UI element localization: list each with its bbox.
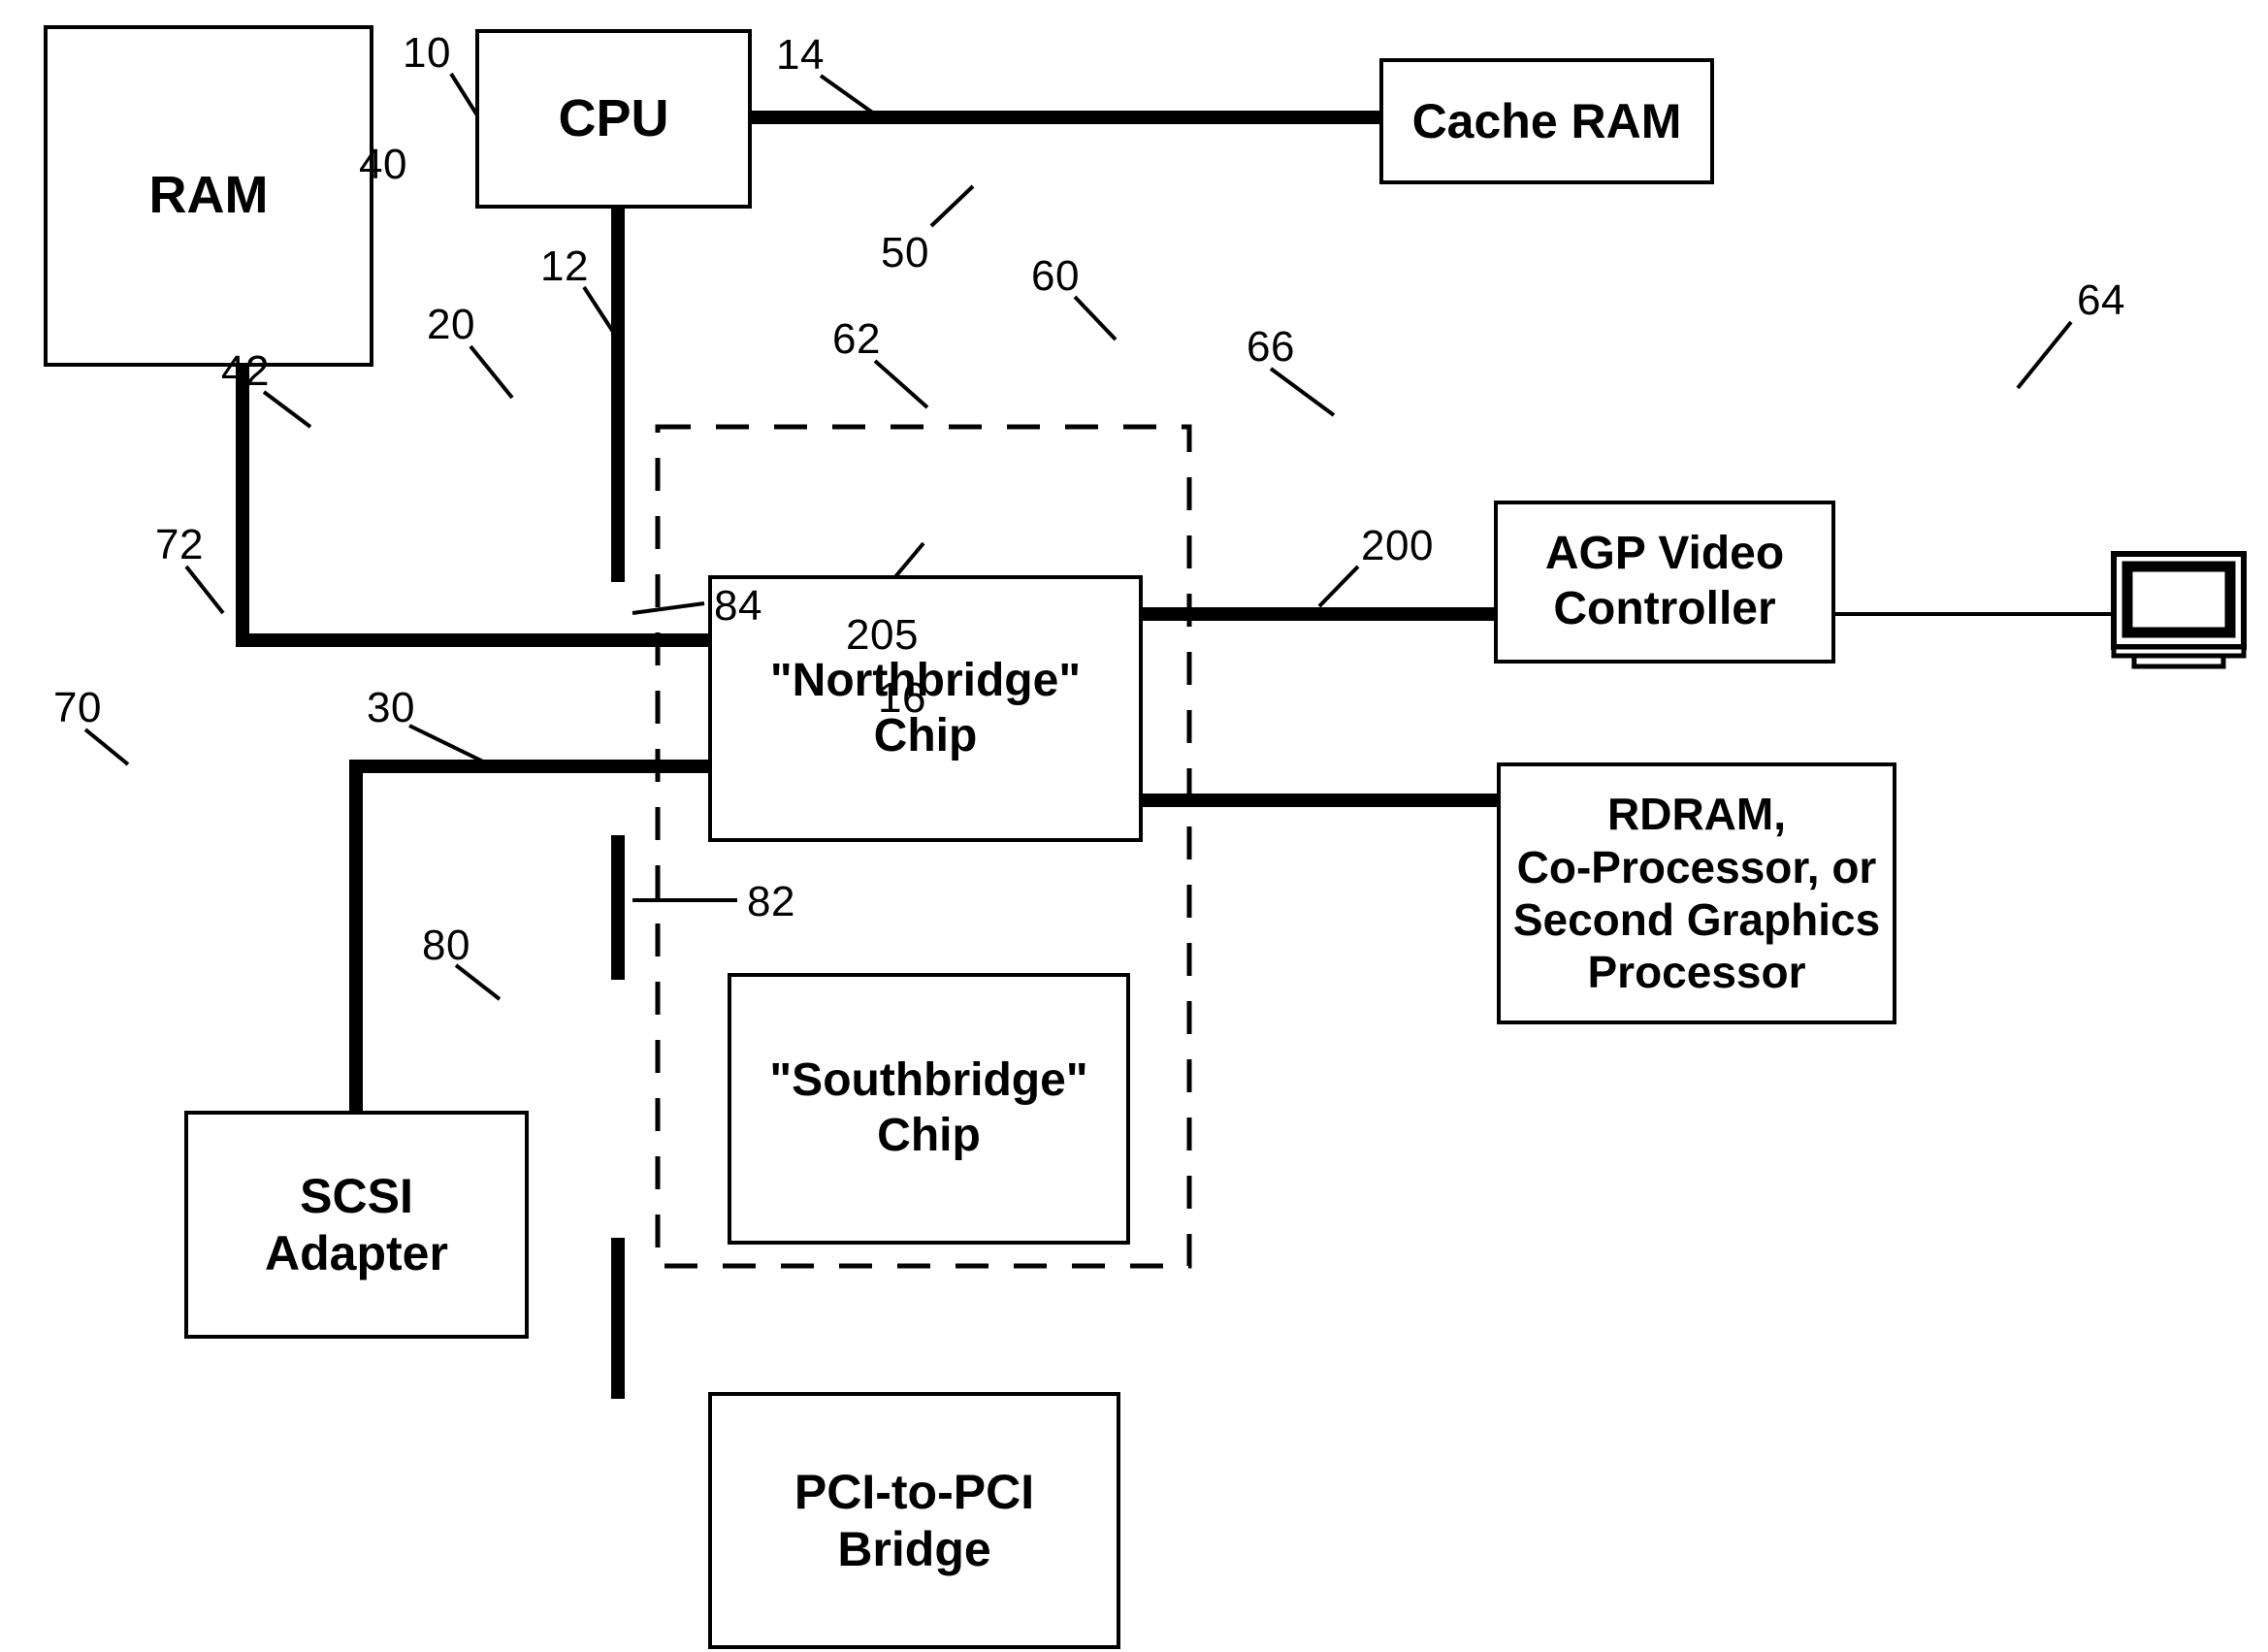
- box-cpu: CPU: [475, 29, 752, 209]
- box-scsi-adapter: SCSI Adapter: [184, 1111, 529, 1339]
- box-pci-to-pci-bridge: PCI-to-PCI Bridge: [708, 1392, 1120, 1649]
- ref-numeral-10: 10: [403, 29, 451, 77]
- ref-numeral-66: 66: [1247, 323, 1295, 371]
- crt-monitor-icon: [2111, 551, 2247, 669]
- box-cpu-label: CPU: [558, 88, 669, 147]
- box-cache-ram: Cache RAM: [1379, 58, 1714, 184]
- leader-line-20: [469, 344, 514, 400]
- ref-numeral-60: 60: [1031, 252, 1080, 300]
- ref-numeral-205: 205: [846, 611, 919, 659]
- leader-line-62: [873, 359, 929, 409]
- ref-numeral-42: 42: [221, 347, 270, 395]
- box-southbridge-label: "Southbridge" Chip: [769, 1054, 1088, 1161]
- leader-line-66: [1269, 367, 1336, 417]
- ref-numeral-72: 72: [155, 521, 204, 568]
- leader-line-60: [1073, 295, 1118, 341]
- leader-line-64: [2016, 320, 2073, 390]
- ref-numeral-70: 70: [53, 684, 102, 731]
- leader-line-50: [929, 184, 975, 228]
- box-scsi-label: SCSI Adapter: [265, 1168, 448, 1280]
- ref-numeral-20: 20: [427, 301, 475, 348]
- leader-line-42: [262, 390, 312, 429]
- box-rdram-label: RDRAM, Co-Processor, or Second Graphics …: [1512, 789, 1881, 998]
- box-rdram-coprocessor: RDRAM, Co-Processor, or Second Graphics …: [1497, 762, 1896, 1024]
- ref-numeral-64: 64: [2077, 276, 2125, 324]
- box-ram: RAM: [44, 25, 373, 367]
- ref-numeral-84: 84: [714, 582, 762, 630]
- ref-numeral-50: 50: [881, 229, 929, 276]
- box-southbridge-chip: "Southbridge" Chip: [728, 973, 1130, 1245]
- box-ram-label: RAM: [148, 166, 269, 225]
- ref-numeral-40: 40: [359, 141, 407, 188]
- box-pci-bridge-label: PCI-to-PCI Bridge: [794, 1464, 1035, 1576]
- ram-northbridge-bus-42: [236, 360, 715, 647]
- leader-line-200: [1317, 565, 1360, 608]
- ref-numeral-12: 12: [540, 243, 589, 290]
- leader-line-72: [184, 565, 225, 615]
- box-cache-ram-label: Cache RAM: [1411, 93, 1682, 148]
- leader-line-70: [83, 728, 130, 766]
- leader-line-12: [582, 285, 615, 334]
- leader-line-80: [454, 963, 502, 1001]
- leader-line-84: [632, 601, 705, 615]
- ref-numeral-82: 82: [747, 878, 795, 925]
- ref-numeral-80: 80: [422, 922, 470, 969]
- ref-numeral-30: 30: [367, 684, 415, 731]
- ref-numeral-62: 62: [832, 315, 881, 363]
- box-agp-video-controller: AGP Video Controller: [1494, 501, 1835, 664]
- ref-numeral-14: 14: [776, 31, 825, 79]
- leader-line-30: [408, 724, 486, 764]
- leader-line-14: [819, 74, 880, 118]
- ref-numeral-16: 16: [878, 674, 926, 722]
- ref-numeral-200: 200: [1361, 522, 1434, 569]
- box-agp-label: AGP Video Controller: [1544, 528, 1785, 634]
- patent-figure: RAM CPU Cache RAM "Northbridge" Chip AGP…: [0, 0, 2268, 1652]
